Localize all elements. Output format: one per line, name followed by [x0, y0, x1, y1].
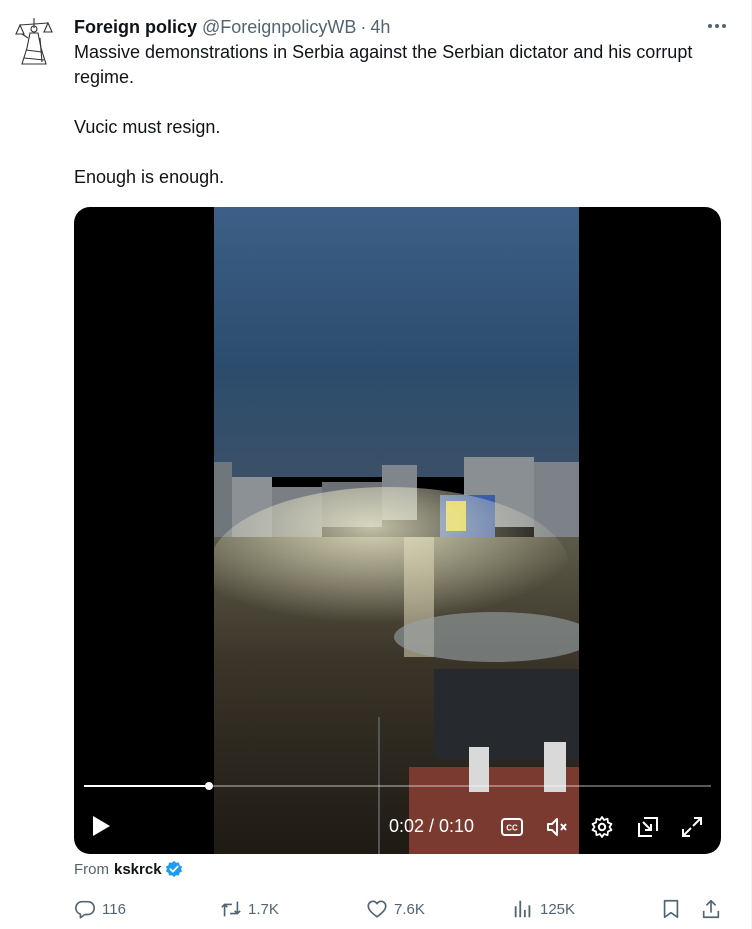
more-dots-icon [708, 24, 726, 28]
tweet-paragraph: Massive demonstrations in Serbia against… [74, 42, 693, 87]
tweet-paragraph: Enough is enough. [74, 167, 225, 187]
video-frame[interactable] [214, 207, 579, 854]
tweet-header: Foreign policy @ForeignpolicyWB · 4h [74, 15, 722, 39]
video-player[interactable]: 0:02 / 0:10 CC [74, 207, 721, 854]
share-icon [702, 899, 720, 919]
tweet-paragraph: Vucic must resign. [74, 117, 221, 137]
reply-button[interactable]: 116 [74, 895, 126, 923]
svg-text:CC: CC [506, 824, 518, 833]
captions-icon[interactable]: CC [500, 815, 524, 839]
protest-crowd-video-image [214, 207, 579, 854]
tweet-text: Massive demonstrations in Serbia against… [74, 40, 714, 190]
post-time[interactable]: 4h [370, 17, 390, 38]
tweet-actions: 116 1.7K 7.6K 125K [74, 895, 726, 923]
reply-icon [75, 900, 95, 919]
like-count: 7.6K [394, 900, 425, 918]
fullscreen-icon[interactable] [680, 815, 704, 839]
verified-badge-icon [165, 860, 182, 878]
repost-icon [221, 901, 241, 917]
bookmark-button[interactable] [660, 895, 682, 923]
video-progress-fill [84, 785, 210, 787]
like-button[interactable]: 7.6K [366, 895, 425, 923]
avatar[interactable] [14, 14, 54, 66]
author-display-name[interactable]: Foreign policy [74, 17, 197, 38]
repost-count: 1.7K [248, 900, 279, 918]
view-count: 125K [540, 900, 576, 918]
video-time-display: 0:02 / 0:10 [389, 816, 475, 836]
lady-justice-avatar-icon [15, 18, 53, 65]
views-button[interactable]: 125K [512, 895, 575, 923]
author-handle[interactable]: @ForeignpolicyWB [202, 17, 356, 38]
share-button[interactable] [700, 895, 722, 923]
views-chart-icon [514, 900, 531, 918]
attribution-user-link[interactable]: kskrck [114, 861, 162, 878]
play-icon[interactable] [90, 814, 112, 838]
separator-dot: · [360, 16, 367, 37]
heart-icon [367, 900, 387, 918]
attribution-prefix: From [74, 860, 109, 878]
video-progress-bar[interactable] [84, 782, 711, 790]
settings-icon[interactable] [590, 815, 614, 839]
repost-button[interactable]: 1.7K [220, 895, 279, 923]
video-progress-handle[interactable] [205, 782, 214, 790]
bookmark-icon [663, 899, 679, 919]
mute-icon[interactable] [545, 815, 569, 839]
more-options-button[interactable] [706, 16, 728, 36]
reply-count: 116 [102, 900, 126, 918]
pop-out-icon[interactable] [636, 815, 660, 839]
video-attribution: From kskrck [74, 858, 183, 880]
video-controls: 0:02 / 0:10 CC [74, 779, 721, 854]
